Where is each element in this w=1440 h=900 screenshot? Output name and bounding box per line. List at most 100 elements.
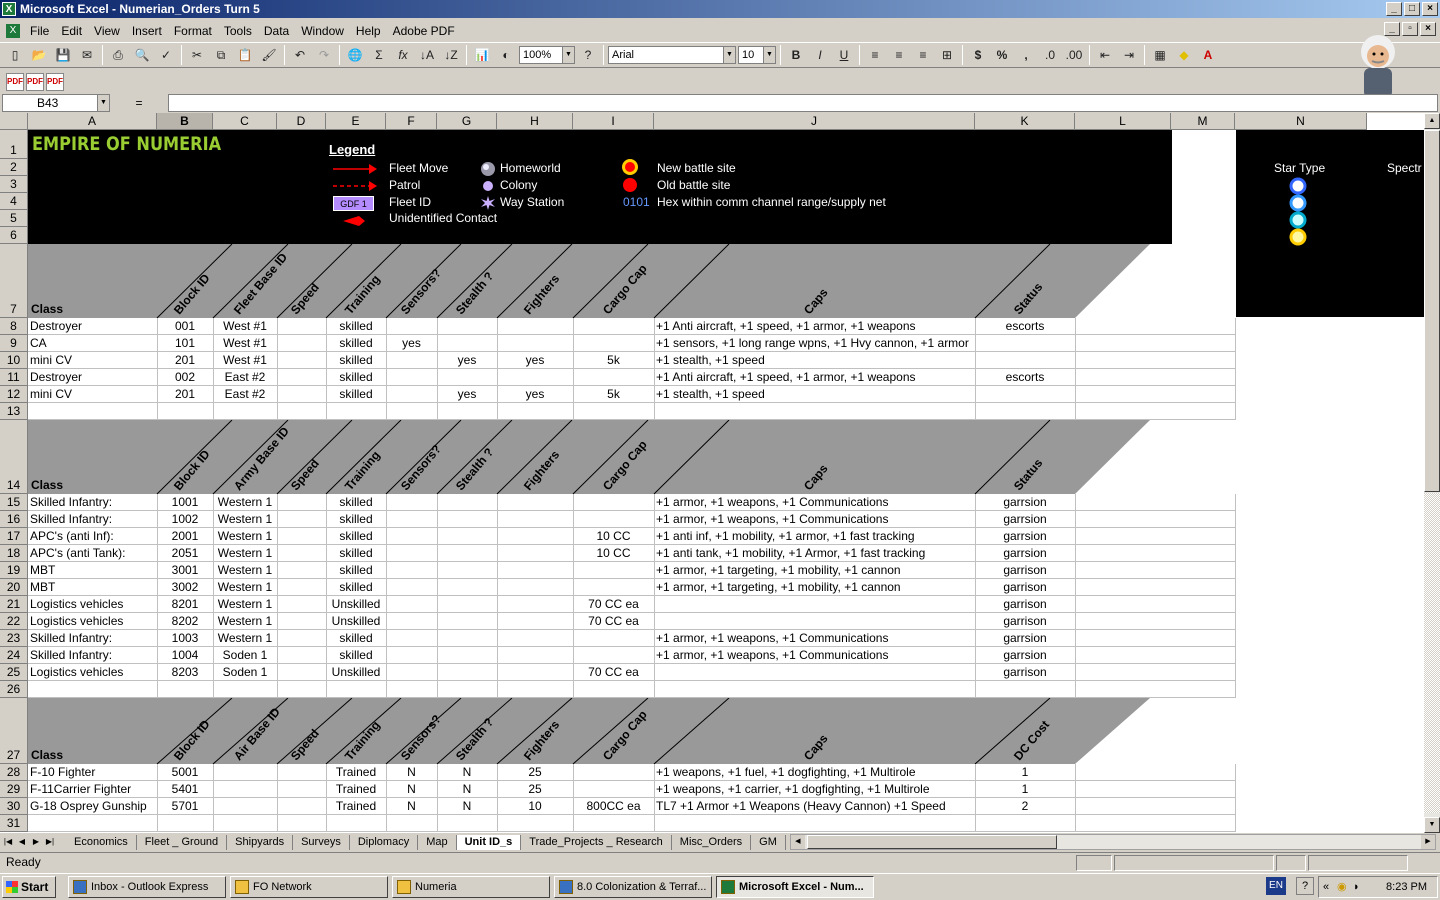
row-header[interactable]: 10 [0, 352, 28, 369]
last-sheet-icon[interactable]: ▶| [44, 835, 56, 849]
cell-i[interactable] [575, 562, 652, 579]
cell-f[interactable]: N [388, 764, 435, 781]
cell-g[interactable] [439, 596, 495, 613]
column-header-l[interactable]: L [1075, 113, 1171, 130]
cell-g[interactable]: yes [439, 386, 495, 403]
cell-a[interactable]: Skilled Infantry: [30, 494, 155, 511]
menu-view[interactable]: View [88, 24, 126, 38]
cell-j[interactable]: +1 armor, +1 targeting, +1 mobility, +1 … [656, 562, 973, 579]
cell-h[interactable]: yes [499, 352, 571, 369]
cell-c[interactable]: Western 1 [215, 630, 275, 647]
cell-f[interactable] [388, 494, 435, 511]
cell-h[interactable] [499, 545, 571, 562]
cell-c[interactable]: Western 1 [215, 613, 275, 630]
cell-k[interactable]: 2 [977, 798, 1073, 815]
cell-k[interactable]: garrison [977, 562, 1073, 579]
column-header-k[interactable]: K [975, 113, 1075, 130]
format-painter-icon[interactable]: 🖌 [258, 44, 280, 66]
cell-c[interactable] [215, 764, 275, 781]
cell-c[interactable]: Western 1 [215, 511, 275, 528]
menu-tools[interactable]: Tools [218, 24, 258, 38]
cell-g[interactable] [439, 494, 495, 511]
menu-adobe-pdf[interactable]: Adobe PDF [387, 24, 461, 38]
cell-k[interactable]: 1 [977, 764, 1073, 781]
cell-e[interactable]: Unskilled [328, 664, 384, 681]
merge-center-icon[interactable]: ⊞ [936, 44, 958, 66]
cell-j[interactable]: +1 armor, +1 weapons, +1 Communications [656, 494, 973, 511]
scroll-left-button[interactable]: ◀ [790, 835, 805, 849]
cell-h[interactable]: 25 [499, 781, 571, 798]
cell-e[interactable]: skilled [328, 352, 384, 369]
row-header[interactable]: 19 [0, 562, 28, 579]
h-scroll-thumb[interactable] [806, 835, 1057, 849]
name-box[interactable]: B43 ▼ [2, 94, 110, 112]
horizontal-scrollbar[interactable]: ◀ ▶ [789, 834, 1436, 850]
autosum-icon[interactable]: Σ [368, 44, 390, 66]
cell-e[interactable]: skilled [328, 562, 384, 579]
row-header[interactable]: 4 [0, 193, 28, 210]
cell-g[interactable] [439, 562, 495, 579]
cell-k[interactable] [977, 352, 1073, 369]
cell-k[interactable] [977, 335, 1073, 352]
sheet-tab-4[interactable]: Diplomacy [350, 834, 419, 850]
cell-e[interactable]: skilled [328, 511, 384, 528]
cell-a[interactable]: Logistics vehicles [30, 664, 155, 681]
cell-j[interactable]: +1 stealth, +1 speed [656, 386, 1252, 403]
row-header[interactable]: 27 [0, 698, 28, 764]
cell-h[interactable] [499, 596, 571, 613]
vertical-scrollbar[interactable]: ▲ ▼ [1424, 113, 1440, 833]
cell-j[interactable]: +1 armor, +1 targeting, +1 mobility, +1 … [656, 579, 973, 596]
cell-c[interactable] [215, 798, 275, 815]
cell-e[interactable]: Trained [328, 781, 384, 798]
cell-i[interactable]: 10 CC [575, 528, 652, 545]
cell-k[interactable] [977, 386, 1073, 403]
cell-b[interactable]: 5001 [159, 764, 211, 781]
convert-pdf-icon[interactable]: PDF [6, 73, 24, 91]
cell-i[interactable]: 5k [575, 386, 652, 403]
cell-a[interactable]: mini CV [30, 352, 155, 369]
cell-f[interactable]: N [388, 781, 435, 798]
redo-icon[interactable]: ↷ [313, 44, 335, 66]
cell-k[interactable]: escorts [977, 318, 1073, 335]
cell-g[interactable] [439, 335, 495, 352]
cell-g[interactable]: N [439, 764, 495, 781]
cell-g[interactable] [439, 613, 495, 630]
cell-j[interactable]: +1 weapons, +1 carrier, +1 dogfighting, … [656, 781, 973, 798]
row-header[interactable]: 24 [0, 647, 28, 664]
cell-c[interactable] [215, 781, 275, 798]
cell-i[interactable] [575, 494, 652, 511]
row-header[interactable]: 26 [0, 681, 28, 698]
cell-b[interactable]: 1004 [159, 647, 211, 664]
cell-j[interactable] [656, 664, 973, 681]
sheet-tab-6[interactable]: Unit ID_s [456, 834, 522, 850]
tray-expand-icon[interactable]: « [1323, 877, 1329, 897]
row-header[interactable]: 11 [0, 369, 28, 386]
menu-file[interactable]: File [24, 24, 55, 38]
row-header[interactable]: 25 [0, 664, 28, 681]
row-header[interactable]: 28 [0, 764, 28, 781]
cell-f[interactable] [388, 528, 435, 545]
column-header-f[interactable]: F [386, 113, 437, 130]
percent-button[interactable]: % [991, 44, 1013, 66]
copy-icon[interactable]: ⧉ [210, 44, 232, 66]
worksheet-grid[interactable]: ABCDEFGHIJKLMN 1 2 3 4 5 6 7 8 9 10 11 12 13 14 15 16 17… [0, 113, 1424, 833]
cell-a[interactable]: Destroyer [30, 369, 155, 386]
cell-i[interactable] [575, 764, 652, 781]
sheet-tab-9[interactable]: GM [751, 834, 786, 850]
sheet-tab-2[interactable]: Shipyards [227, 834, 294, 850]
cell-f[interactable] [388, 664, 435, 681]
row-header[interactable]: 13 [0, 403, 28, 420]
print-preview-icon[interactable]: 🔍 [131, 44, 153, 66]
cell-a[interactable]: Skilled Infantry: [30, 630, 155, 647]
cell-h[interactable] [499, 613, 571, 630]
cell-h[interactable]: 10 [499, 798, 571, 815]
permission-icon[interactable]: ✉ [76, 44, 98, 66]
cell-g[interactable] [439, 545, 495, 562]
borders-icon[interactable]: ▦ [1149, 44, 1171, 66]
cell-i[interactable]: 800CC ea [575, 798, 652, 815]
cell-g[interactable] [439, 318, 495, 335]
cell-b[interactable]: 001 [159, 318, 211, 335]
help-icon[interactable]: ? [1296, 877, 1314, 895]
cell-e[interactable]: skilled [328, 528, 384, 545]
cell-b[interactable]: 101 [159, 335, 211, 352]
